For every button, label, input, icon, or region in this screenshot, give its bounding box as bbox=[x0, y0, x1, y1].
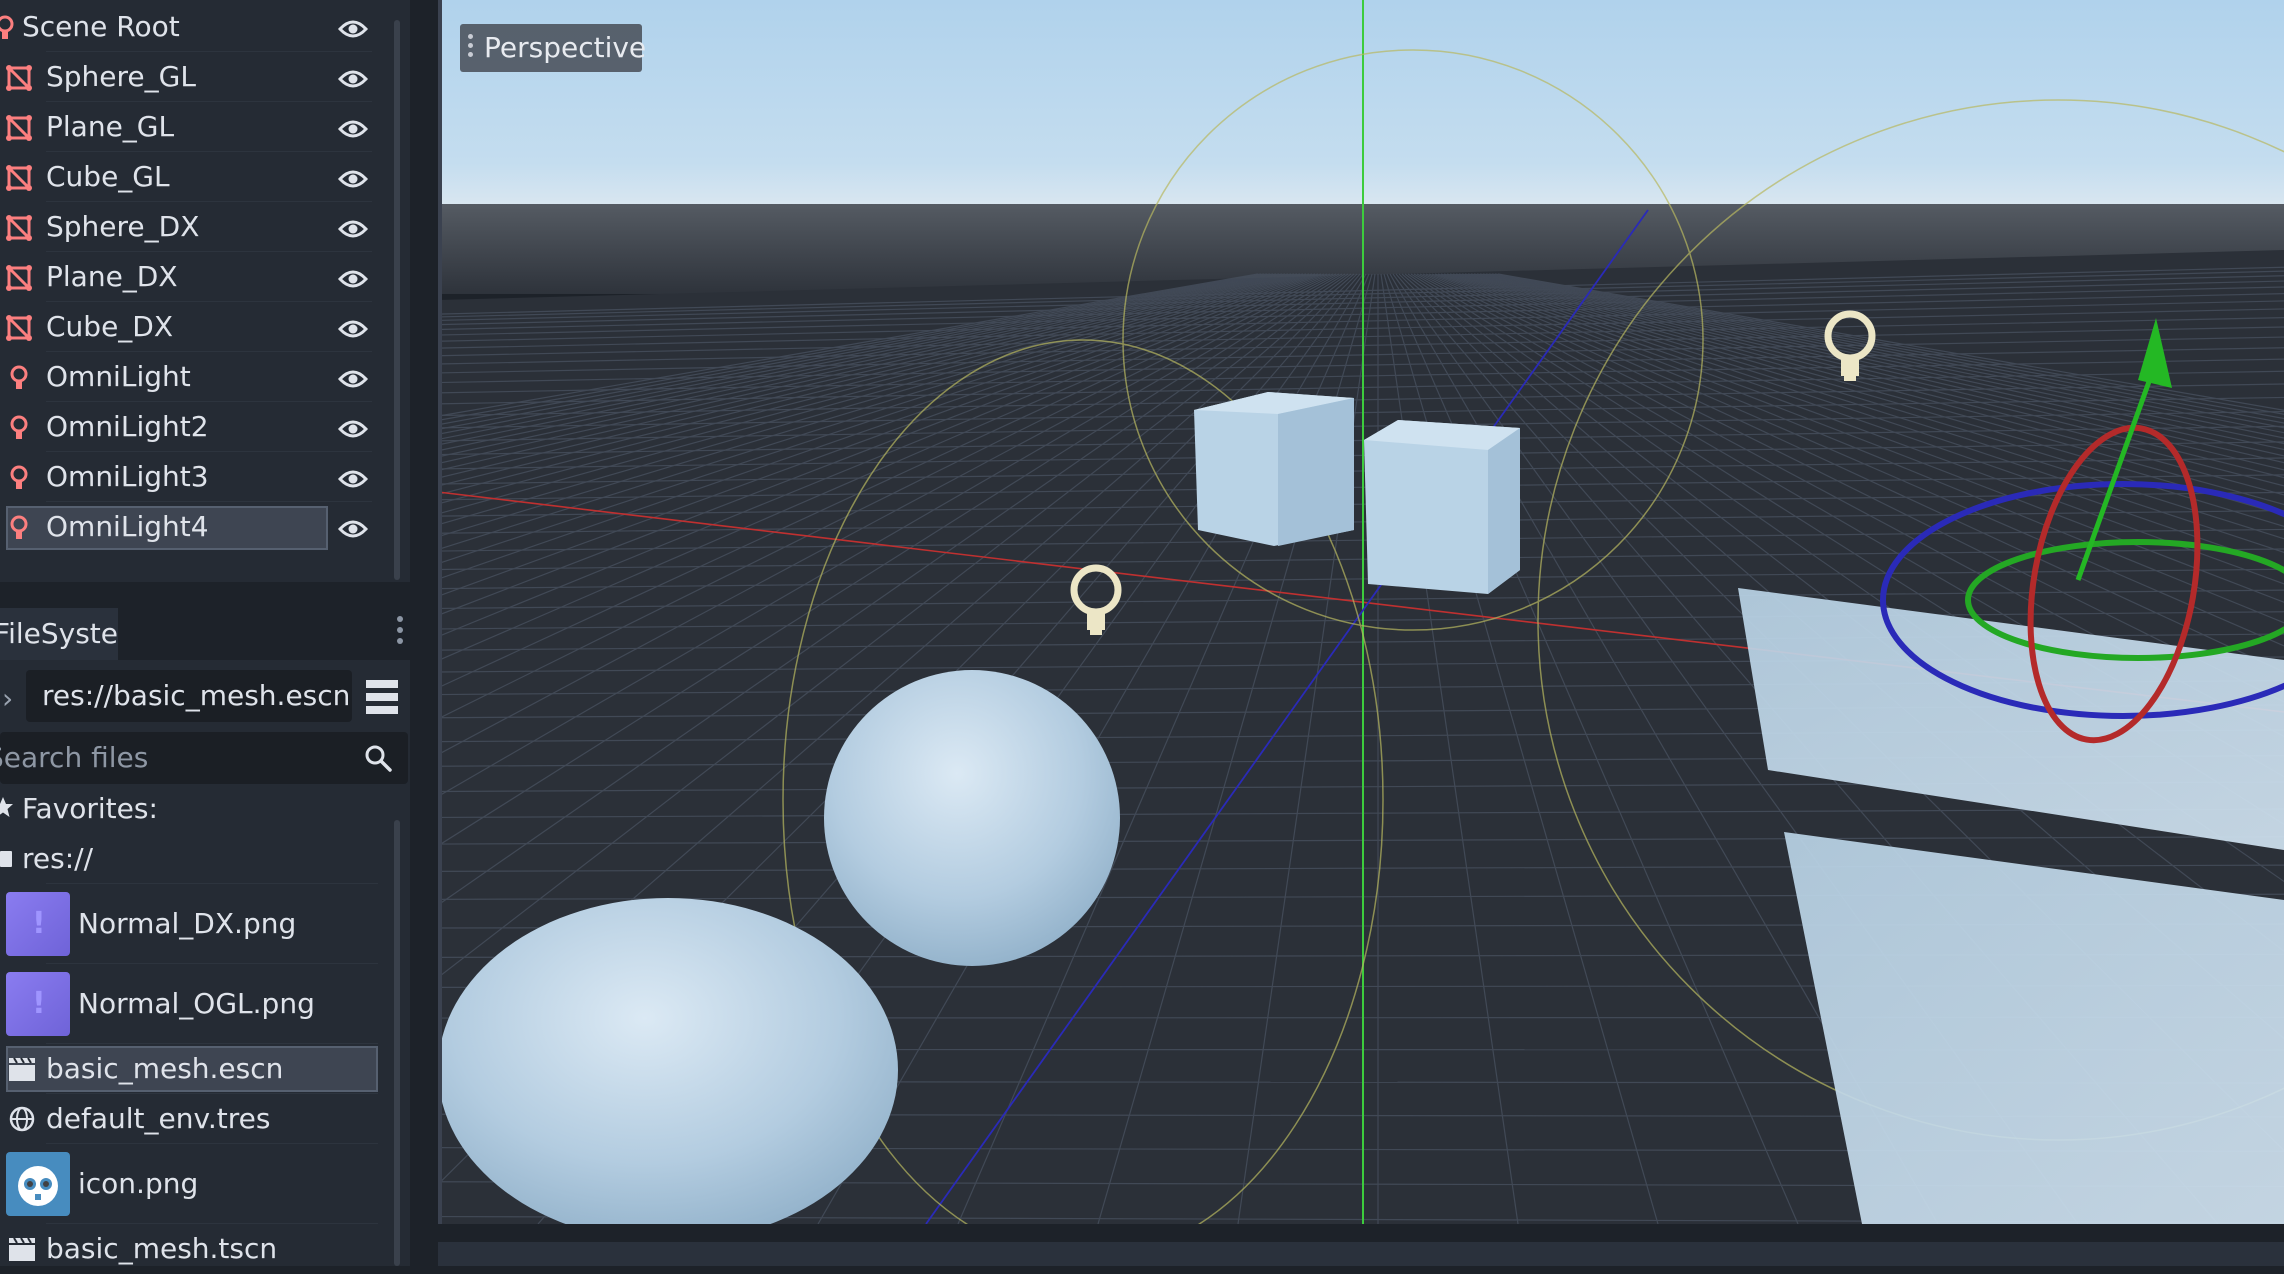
file-row[interactable]: icon.png bbox=[0, 1144, 392, 1224]
chevron-right-icon[interactable]: › bbox=[2, 682, 13, 715]
star-icon bbox=[0, 796, 14, 818]
search-files-input[interactable]: Search files bbox=[0, 732, 408, 784]
globe-icon bbox=[8, 1105, 36, 1140]
root-folder-row[interactable]: res:// bbox=[0, 834, 392, 884]
scene-tree-scrollbar[interactable] bbox=[394, 20, 400, 580]
scene-node-row[interactable]: Scene Root bbox=[0, 2, 392, 52]
mesh-instance-icon bbox=[6, 315, 32, 341]
visibility-eye-icon[interactable] bbox=[338, 65, 368, 89]
path-bar: › res://basic_mesh.escn bbox=[0, 670, 410, 722]
file-row[interactable]: basic_mesh.tscn bbox=[0, 1224, 392, 1274]
file-name-label: Normal_DX.png bbox=[78, 884, 296, 964]
omnilight-icon bbox=[6, 365, 32, 391]
scene-clapper-icon bbox=[8, 1236, 36, 1269]
scene-node-label: Plane_DX bbox=[46, 252, 178, 302]
left-dock: Scene RootSphere_GLPlane_GLCube_GLSphere… bbox=[0, 0, 416, 1266]
file-row[interactable]: basic_mesh.escn bbox=[0, 1044, 392, 1094]
filesystem-panel: FileSystem › res://basic_mesh.escn Searc… bbox=[0, 598, 410, 1266]
plane-dx bbox=[1784, 832, 2284, 1224]
sphere-gl bbox=[824, 670, 1120, 966]
drag-handle-icon bbox=[468, 34, 474, 61]
toggle-split-mode-icon[interactable] bbox=[366, 680, 398, 712]
cube-gl bbox=[1194, 392, 1354, 546]
scene-node-label: OmniLight2 bbox=[46, 402, 209, 452]
folder-icon bbox=[0, 851, 12, 867]
visibility-eye-icon[interactable] bbox=[338, 315, 368, 339]
file-list-scrollbar[interactable] bbox=[394, 820, 400, 1266]
scene-node-label: OmniLight3 bbox=[46, 452, 209, 502]
scene-node-row[interactable]: Sphere_DX bbox=[0, 202, 392, 252]
scene-node-row[interactable]: OmniLight3 bbox=[0, 452, 392, 502]
root-folder-label: res:// bbox=[22, 834, 93, 884]
mesh-instance-icon bbox=[6, 215, 32, 241]
mesh-instance-icon bbox=[6, 65, 32, 91]
scene-node-label: Sphere_GL bbox=[46, 52, 196, 102]
tab-filesystem-label: FileSystem bbox=[0, 608, 118, 660]
scene-clapper-icon bbox=[8, 1056, 36, 1089]
file-name-label: Normal_OGL.png bbox=[78, 964, 315, 1044]
omnilight-icon bbox=[6, 415, 32, 441]
normal-map-thumbnail bbox=[6, 892, 70, 956]
file-row[interactable]: default_env.tres bbox=[0, 1094, 392, 1144]
scene-node-label: Sphere_DX bbox=[46, 202, 199, 252]
perspective-label: Perspective bbox=[484, 24, 646, 72]
scene-node-label: Cube_GL bbox=[46, 152, 170, 202]
file-name-label: basic_mesh.escn bbox=[46, 1044, 283, 1094]
visibility-eye-icon[interactable] bbox=[338, 15, 368, 39]
mesh-instance-icon bbox=[6, 115, 32, 141]
perspective-menu-button[interactable]: Perspective bbox=[460, 24, 642, 72]
search-icon[interactable] bbox=[364, 744, 392, 772]
omnilight-icon bbox=[6, 515, 32, 541]
scene-node-row[interactable]: Plane_GL bbox=[0, 102, 392, 152]
scene-node-row[interactable]: OmniLight2 bbox=[0, 402, 392, 452]
visibility-eye-icon[interactable] bbox=[338, 265, 368, 289]
visibility-eye-icon[interactable] bbox=[338, 115, 368, 139]
file-row[interactable]: Normal_OGL.png bbox=[0, 964, 392, 1044]
scene-node-label: Cube_DX bbox=[46, 302, 173, 352]
cube-dx bbox=[1364, 420, 1520, 594]
file-name-label: default_env.tres bbox=[46, 1094, 270, 1144]
file-name-label: icon.png bbox=[78, 1144, 198, 1224]
visibility-eye-icon[interactable] bbox=[338, 465, 368, 489]
scene-node-row[interactable]: OmniLight4 bbox=[0, 502, 392, 552]
scene-node-label: Plane_GL bbox=[46, 102, 174, 152]
visibility-eye-icon[interactable] bbox=[338, 215, 368, 239]
scene-node-label: Scene Root bbox=[22, 2, 180, 52]
file-row[interactable]: Normal_DX.png bbox=[0, 884, 392, 964]
path-input[interactable]: res://basic_mesh.escn bbox=[26, 670, 352, 722]
filesystem-menu-icon[interactable] bbox=[396, 616, 404, 648]
scene-node-row[interactable]: Cube_DX bbox=[0, 302, 392, 352]
search-files-placeholder: Search files bbox=[0, 732, 148, 784]
scene-node-row[interactable]: Plane_DX bbox=[0, 252, 392, 302]
viewport-border bbox=[438, 0, 442, 1224]
favorites-label: Favorites: bbox=[22, 784, 158, 834]
file-name-label: basic_mesh.tscn bbox=[46, 1224, 277, 1274]
filesystem-tab-bar: FileSystem bbox=[0, 598, 410, 660]
scene-node-row[interactable]: OmniLight bbox=[0, 352, 392, 402]
normal-map-thumbnail bbox=[6, 972, 70, 1036]
bottom-panel-strip bbox=[438, 1224, 2284, 1266]
visibility-eye-icon[interactable] bbox=[338, 165, 368, 189]
scene-node-row[interactable]: Sphere_GL bbox=[0, 52, 392, 102]
mesh-instance-icon bbox=[6, 165, 32, 191]
visibility-eye-icon[interactable] bbox=[338, 515, 368, 539]
scene-node-row[interactable]: Cube_GL bbox=[0, 152, 392, 202]
tab-filesystem[interactable]: FileSystem bbox=[0, 608, 118, 660]
scene-node-label: OmniLight4 bbox=[46, 502, 209, 552]
godot-logo-thumbnail bbox=[6, 1152, 70, 1216]
visibility-eye-icon[interactable] bbox=[338, 415, 368, 439]
search-bar: Search files bbox=[0, 732, 410, 784]
visibility-eye-icon[interactable] bbox=[338, 365, 368, 389]
3d-viewport[interactable] bbox=[438, 0, 2284, 1224]
scene-tree-panel: Scene RootSphere_GLPlane_GLCube_GLSphere… bbox=[0, 0, 410, 582]
omnilight-icon bbox=[0, 15, 18, 41]
scene-node-label: OmniLight bbox=[46, 352, 191, 402]
omnilight-icon bbox=[6, 465, 32, 491]
favorites-row[interactable]: Favorites: bbox=[0, 784, 392, 834]
mesh-instance-icon bbox=[6, 265, 32, 291]
